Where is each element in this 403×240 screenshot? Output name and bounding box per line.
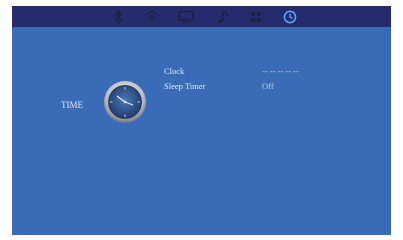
bluetooth-icon[interactable] <box>109 8 127 25</box>
time-settings-screen: TIME Clock -- -- -- -- -- Sleep Timer Of… <box>12 6 391 235</box>
apps-icon[interactable] <box>247 8 265 25</box>
wifi-icon[interactable] <box>143 8 161 25</box>
clock-setting-label[interactable]: Clock <box>164 66 184 76</box>
analog-clock-icon <box>103 80 147 124</box>
sleep-timer-value[interactable]: Off <box>262 81 274 91</box>
sleep-timer-label[interactable]: Sleep Timer <box>164 81 205 91</box>
display-icon[interactable] <box>177 8 195 25</box>
clock-setting-value[interactable]: -- -- -- -- -- <box>262 66 299 76</box>
clock-icon[interactable] <box>281 8 299 25</box>
section-title: TIME <box>61 100 83 110</box>
music-note-icon[interactable] <box>214 8 232 25</box>
top-tab-bar <box>12 6 391 27</box>
